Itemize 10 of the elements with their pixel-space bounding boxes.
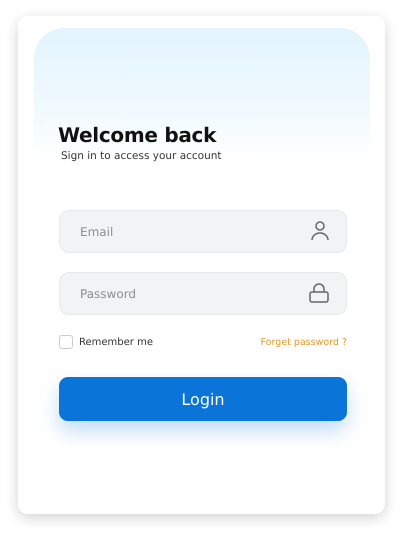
welcome-title: Welcome back: [58, 123, 218, 147]
subtitle: Sign in to access your account: [61, 150, 223, 162]
password-field[interactable]: Password: [59, 272, 347, 315]
user-icon: [311, 221, 329, 241]
login-button[interactable]: Login: [59, 377, 347, 421]
email-field[interactable]: Email: [59, 210, 347, 253]
lock-icon: [309, 283, 329, 303]
remember-checkbox[interactable]: [59, 335, 73, 349]
forgot-password-link[interactable]: Forget password ?: [260, 336, 347, 348]
remember-label[interactable]: Remember me: [79, 336, 153, 348]
